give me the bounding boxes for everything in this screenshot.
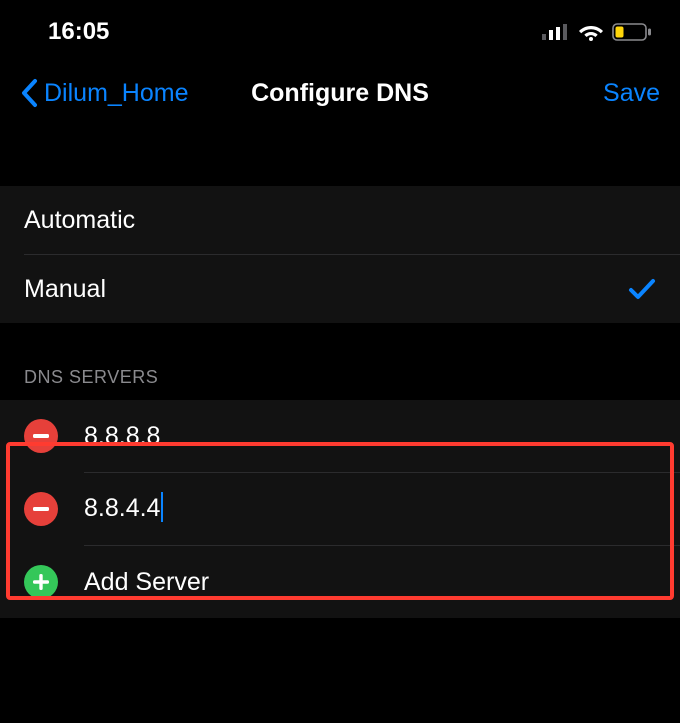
chevron-left-icon bbox=[20, 78, 38, 108]
back-label: Dilum_Home bbox=[44, 79, 188, 108]
remove-server-button[interactable] bbox=[24, 419, 58, 453]
plus-icon bbox=[33, 574, 49, 590]
mode-manual-row[interactable]: Manual bbox=[0, 255, 680, 323]
add-server-label: Add Server bbox=[84, 568, 209, 597]
add-server-row[interactable]: Add Server bbox=[0, 546, 680, 618]
minus-icon bbox=[33, 507, 49, 511]
mode-automatic-row[interactable]: Automatic bbox=[0, 186, 680, 254]
dns-server-value[interactable]: 8.8.8.8 bbox=[84, 422, 160, 451]
back-button[interactable]: Dilum_Home bbox=[20, 78, 188, 108]
dns-section-header: DNS SERVERS bbox=[0, 367, 680, 400]
remove-server-button[interactable] bbox=[24, 492, 58, 526]
wifi-icon bbox=[578, 23, 604, 41]
minus-icon bbox=[33, 434, 49, 438]
mode-manual-label: Manual bbox=[24, 275, 106, 304]
spacer bbox=[0, 323, 680, 367]
cellular-signal-icon bbox=[542, 24, 570, 40]
nav-bar: Dilum_Home Configure DNS Save bbox=[0, 60, 680, 132]
dns-server-text: 8.8.4.4 bbox=[84, 494, 160, 522]
spacer bbox=[0, 132, 680, 186]
add-server-button[interactable] bbox=[24, 565, 58, 599]
save-button[interactable]: Save bbox=[603, 79, 660, 108]
mode-group: Automatic Manual bbox=[0, 186, 680, 323]
dns-server-value[interactable]: 8.8.4.4 bbox=[84, 494, 163, 524]
dns-servers-group: 8.8.8.8 8.8.4.4 Add Server bbox=[0, 400, 680, 618]
status-time: 16:05 bbox=[48, 18, 109, 46]
battery-icon bbox=[612, 23, 652, 41]
dns-server-row[interactable]: 8.8.4.4 bbox=[0, 473, 680, 545]
page-title: Configure DNS bbox=[251, 79, 429, 108]
dns-server-row[interactable]: 8.8.8.8 bbox=[0, 400, 680, 472]
status-icons bbox=[542, 23, 652, 41]
status-bar: 16:05 bbox=[0, 0, 680, 60]
text-cursor bbox=[161, 492, 163, 522]
checkmark-icon bbox=[628, 277, 656, 301]
mode-automatic-label: Automatic bbox=[24, 206, 135, 235]
